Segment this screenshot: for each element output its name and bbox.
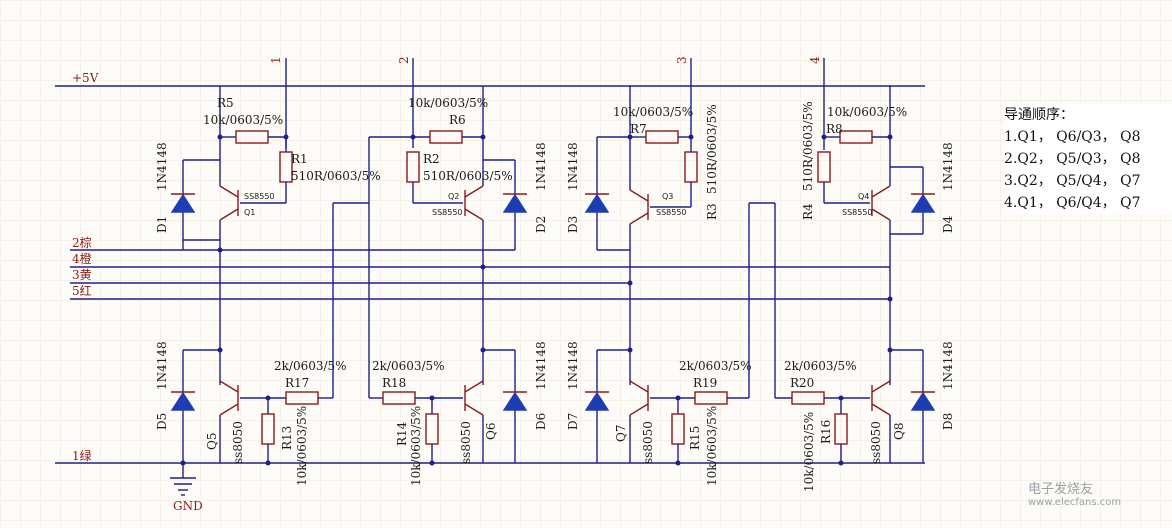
d1-part: 1N4148 (155, 142, 169, 191)
r17-value: 2k/0603/5% (274, 359, 347, 373)
d2-label: D2 (534, 216, 548, 233)
r3-label: R3 (705, 203, 719, 220)
r15-label: R15 (688, 426, 702, 450)
connector-2-label: 2 (397, 56, 411, 64)
sequence-step-1: 1.Q1， Q6/Q3， Q8 (1004, 129, 1141, 145)
q1-part: SS8550 (244, 192, 275, 201)
q8-part: ss8050 (869, 421, 883, 464)
r6-value: 10k/0603/5% (408, 96, 488, 110)
connector-3-label: 3 (675, 56, 689, 64)
r17-label: R17 (285, 376, 309, 390)
r13-label: R13 (280, 426, 294, 450)
q4-part: SS8550 (842, 208, 873, 217)
q1-label: Q1 (244, 208, 255, 217)
q5-label: Q5 (205, 433, 219, 450)
q8-label: Q8 (892, 423, 906, 440)
r7-label: R7 (630, 122, 647, 136)
d8-part: 1N4148 (941, 341, 955, 390)
schematic-canvas: GND +5V 2棕 4橙 3黄 5红 1绿 1 2 3 4 R5 10k/06… (0, 0, 1172, 528)
yellow-wire-label: 3黄 (72, 268, 92, 282)
q3-part: SS8550 (656, 208, 687, 217)
r20-value: 2k/0603/5% (784, 359, 857, 373)
d3-part: 1N4148 (566, 142, 580, 191)
watermark-url: www.elecfans.com (1028, 497, 1122, 508)
d5-part: 1N4148 (155, 341, 169, 390)
sequence-step-2: 2.Q2， Q5/Q3， Q8 (1004, 151, 1141, 167)
circuit-diagram: GND +5V 2棕 4橙 3黄 5红 1绿 1 2 3 4 R5 10k/06… (0, 0, 1172, 528)
r8-label: R8 (826, 122, 843, 136)
r1-label: R1 (291, 152, 308, 166)
r6-label: R6 (449, 113, 466, 127)
r5-value: 10k/0603/5% (203, 113, 283, 127)
r19-value: 2k/0603/5% (679, 359, 752, 373)
r2-label: R2 (423, 152, 440, 166)
d6-part: 1N4148 (534, 341, 548, 390)
d4-part: 1N4148 (941, 142, 955, 191)
r16-label: R16 (819, 420, 833, 444)
r15-value: 10k/0603/5% (705, 406, 719, 486)
r4-value: 510R/0603/5% (801, 101, 815, 191)
sequence-step-3: 3.Q2， Q5/Q4， Q7 (1004, 173, 1141, 189)
r16-value: 10k/0603/5% (802, 412, 816, 492)
r3-value: 510R/0603/5% (705, 104, 719, 194)
d5-label: D5 (155, 413, 169, 430)
vcc-label: +5V (72, 71, 99, 85)
d6-label: D6 (534, 413, 548, 430)
d1-label: D1 (155, 216, 169, 233)
orange-wire-label: 4橙 (72, 251, 92, 266)
r2-value: 510R/0603/5% (423, 169, 513, 183)
conduction-sequence-panel: 导通顺序： 1.Q1， Q6/Q3， Q8 2.Q2， Q5/Q3， Q8 3.… (1004, 104, 1172, 214)
q7-label: Q7 (614, 425, 628, 442)
sequence-title: 导通顺序： (1004, 107, 1074, 123)
r5-label: R5 (217, 96, 234, 110)
q5-part: ss8050 (231, 421, 245, 464)
r18-label: R18 (382, 376, 406, 390)
sequence-step-4: 4.Q1， Q6/Q4， Q7 (1004, 195, 1141, 211)
q3-label: Q3 (662, 192, 673, 201)
r14-value: 10k/0603/5% (409, 406, 423, 486)
r14-label: R14 (395, 421, 409, 446)
gnd-label: GND (173, 499, 203, 513)
grid-background (0, 0, 1172, 528)
r19-label: R19 (693, 376, 717, 390)
q2-part: SS8550 (432, 208, 463, 217)
q6-label: Q6 (484, 423, 498, 440)
r18-value: 2k/0603/5% (372, 359, 445, 373)
r4-label: R4 (801, 203, 815, 220)
d7-label: D7 (566, 413, 580, 430)
q2-label: Q2 (448, 192, 459, 201)
d3-label: D3 (566, 216, 580, 233)
r20-label: R20 (790, 376, 814, 390)
watermark-brand: 电子发烧友 (1028, 482, 1094, 497)
brown-wire-label: 2棕 (72, 235, 92, 250)
d8-label: D8 (941, 413, 955, 430)
r8-value: 10k/0603/5% (827, 105, 907, 119)
d7-part: 1N4148 (566, 341, 580, 390)
q7-part: ss8050 (641, 421, 655, 464)
red-wire-label: 5红 (72, 283, 92, 298)
r1-value: 510R/0603/5% (291, 169, 381, 183)
r13-value: 10k/0603/5% (295, 406, 309, 486)
q6-part: ss8050 (459, 421, 473, 464)
d4-label: D4 (941, 215, 955, 233)
q4-label: Q4 (858, 192, 869, 201)
connector-4-label: 4 (808, 56, 822, 64)
green-wire-label: 1绿 (72, 448, 92, 463)
r7-value: 10k/0603/5% (613, 105, 693, 119)
d2-part: 1N4148 (534, 142, 548, 191)
watermark: 电子发烧友 www.elecfans.com (1028, 478, 1121, 508)
connector-1-label: 1 (269, 56, 283, 64)
